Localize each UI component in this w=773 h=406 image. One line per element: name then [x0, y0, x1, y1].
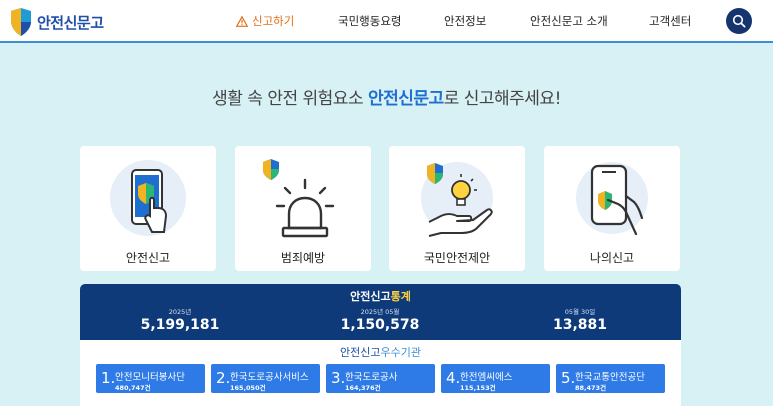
rank-count: 88,473건 [575, 384, 607, 392]
site-header: 안전신문고 신고하기 국민행동요령 안전정보 안전신문고 소개 고객센터 [0, 0, 773, 43]
rank-number: 4. [446, 369, 461, 387]
hero-accent: 안전신문고 [367, 89, 444, 109]
rank-name: 안전모니터봉사단 [115, 372, 185, 383]
stat-value: 1,150,578 [340, 317, 420, 333]
hero-suffix: 로 신고해주세요! [443, 89, 562, 109]
rank-item[interactable]: 4. 한전엠씨에스 115,153건 [441, 364, 550, 393]
stats-title-highlight: 통계 [390, 290, 411, 303]
stat-caption: 05월 30일 [564, 308, 596, 316]
nav-label-report: 신고하기 [252, 14, 295, 28]
ranks-title-prefix: 안전신고 [340, 346, 381, 359]
card-label: 나의신고 [589, 251, 635, 265]
ranks-title: 안전신고우수기관 [80, 344, 681, 360]
nav-item-customer-center[interactable]: 고객센터 [649, 13, 691, 29]
card-label: 안전신고 [125, 251, 171, 265]
rank-number: 3. [331, 369, 346, 387]
phone-hand-shield-icon [576, 162, 648, 236]
hero-prefix: 생활 속 안전 위험요소 [212, 89, 368, 109]
stat-caption: 2025년 05월 [360, 308, 400, 316]
stat-caption: 2025년 [168, 308, 192, 316]
card-public-safety-proposal[interactable]: 국민안전제안 [389, 146, 525, 271]
rank-item[interactable]: 3. 한국도로공사 164,376건 [326, 364, 435, 393]
siren-shield-icon [263, 159, 335, 238]
hero-title: 생활 속 안전 위험요소 안전신문고로 신고해주세요! [0, 84, 773, 109]
nav-item-safety-info[interactable]: 안전정보 [444, 13, 486, 29]
stat-value: 13,881 [552, 317, 608, 333]
phone-touch-shield-icon [110, 160, 186, 236]
rank-count: 480,747건 [115, 384, 151, 392]
rank-count: 165,050건 [230, 384, 266, 392]
rank-name: 한국교통안전공단 [575, 372, 645, 383]
report-statistics: 안전신고통계 2025년 5,199,181 2025년 05월 1,150,5… [80, 284, 681, 340]
excellent-organizations: 안전신고우수기관 1. 안전모니터봉사단 480,747건 2. 한국도로공사서… [80, 340, 681, 406]
rank-number: 2. [216, 369, 231, 387]
search-button[interactable] [726, 8, 752, 34]
site-logo[interactable]: 안전신문고 [9, 7, 104, 37]
rank-name: 한국도로공사서비스 [230, 372, 309, 383]
logo-shield-icon [11, 8, 31, 36]
card-safety-report[interactable]: 안전신고 [80, 146, 216, 271]
warning-icon [236, 15, 248, 27]
nav-item-guidelines[interactable]: 국민행동요령 [338, 13, 401, 29]
search-icon [732, 14, 746, 28]
stats-title: 안전신고통계 [80, 288, 681, 304]
stats-title-prefix: 안전신고 [350, 290, 391, 303]
nav-item-report[interactable]: 신고하기 [236, 13, 294, 29]
rank-name: 한국도로공사 [345, 372, 398, 383]
logo-text: 안전신문고 [37, 13, 104, 32]
card-label: 범죄예방 [280, 251, 326, 265]
stat-yearly: 2025년 5,199,181 [80, 306, 280, 333]
rank-item[interactable]: 5. 한국교통안전공단 88,473건 [556, 364, 665, 393]
stat-daily: 05월 30일 13,881 [480, 306, 680, 333]
rank-number: 1. [101, 369, 116, 387]
card-crime-prevention[interactable]: 범죄예방 [235, 146, 371, 271]
nav-item-about[interactable]: 안전신문고 소개 [530, 13, 608, 29]
rank-name: 한전엠씨에스 [460, 372, 513, 383]
ranks-title-highlight: 우수기관 [380, 346, 421, 359]
card-my-reports[interactable]: 나의신고 [544, 146, 680, 271]
rank-number: 5. [561, 369, 576, 387]
rank-count: 164,376건 [345, 384, 381, 392]
stat-monthly: 2025년 05월 1,150,578 [280, 306, 480, 333]
rank-item[interactable]: 2. 한국도로공사서비스 165,050건 [211, 364, 320, 393]
hand-lightbulb-shield-icon [421, 162, 493, 237]
rank-item[interactable]: 1. 안전모니터봉사단 480,747건 [96, 364, 205, 393]
stat-value: 5,199,181 [140, 317, 220, 333]
rank-count: 115,153건 [460, 384, 496, 392]
card-label: 국민안전제안 [423, 251, 491, 265]
